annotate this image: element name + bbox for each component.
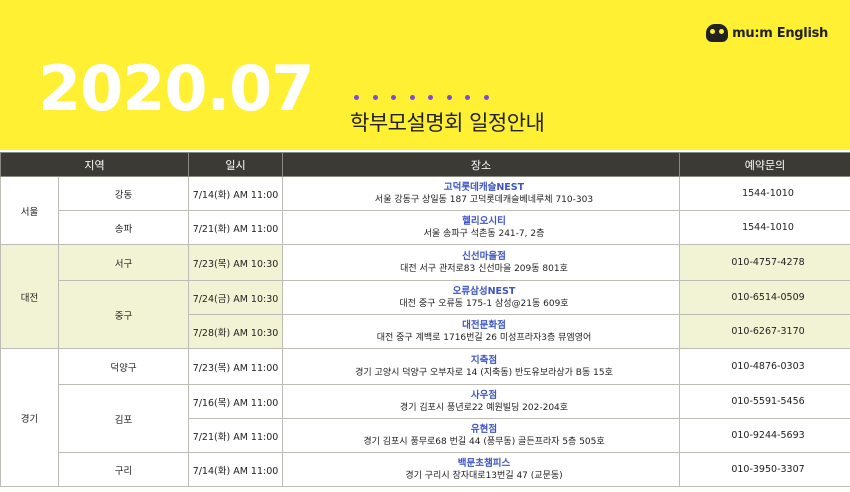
date-cell: 7/23(목) AM 10:30 (188, 244, 283, 281)
phone-cell[interactable]: 010-4876-0303 (679, 348, 850, 385)
table-row: 대전 서구 7/23(목) AM 10:30 신선마을점 대전 서구 관저로83… (0, 244, 850, 349)
decorative-dots (354, 95, 489, 100)
date-cell: 7/28(화) AM 10:30 (188, 314, 283, 349)
phone-cell[interactable]: 010-6514-0509 (679, 280, 850, 315)
place-cell: 유현점 경기 김포시 풍무로68 번길 44 (풍무동) 골든프라자 5층 50… (282, 418, 680, 453)
schedule-table: 지역 일시 장소 예약문의 서울 강동 7/14(화) AM 11:00 고덕롯… (0, 152, 850, 487)
place-address: 경기 고양시 덕양구 오부자로 14 (지축동) 반도유보라상가 B동 15호 (355, 367, 613, 378)
column-header-region: 지역 (0, 152, 189, 177)
place-address: 경기 김포시 풍년로22 예원빌딩 202-204호 (399, 402, 569, 413)
phone-cell[interactable]: 1544-1010 (679, 210, 850, 245)
date-cell: 7/16(목) AM 11:00 (188, 384, 283, 419)
place-name-link[interactable]: 헬리오시티 (289, 215, 679, 228)
table-row: 경기 덕양구 7/23(목) AM 11:00 지축점 경기 고양시 덕양구 오… (0, 348, 850, 487)
district-cell: 덕양구 (58, 348, 189, 385)
region-cell: 서울 (0, 176, 59, 245)
place-address: 대전 중구 오류동 175-1 삼성@21동 609호 (399, 298, 569, 309)
date-cell: 7/24(금) AM 10:30 (188, 280, 283, 315)
district-cell: 중구 (58, 280, 189, 349)
table-row: 중구 7/24(금) AM 10:30 오류삼성NEST 대전 중구 오류동 1… (1, 280, 850, 349)
place-cell: 고덕롯데캐슬NEST 서울 강동구 상일동 187 고덕롯데캐슬베네루체 710… (282, 176, 680, 211)
place-address: 경기 구리시 장자대로13번길 47 (교문동) (405, 470, 563, 481)
phone-cell[interactable]: 010-5591-5456 (679, 384, 850, 419)
table-row: 구리 7/14(화) AM 11:00 백문초챔피스 경기 구리시 장자대로13… (1, 452, 850, 487)
district-cell: 송파 (58, 210, 189, 245)
place-address: 경기 김포시 풍무로68 번길 44 (풍무동) 골든프라자 5층 505호 (363, 436, 605, 447)
date-cell: 7/14(화) AM 11:00 (188, 176, 283, 211)
place-name-link[interactable]: 고덕롯데캐슬NEST (289, 181, 679, 194)
place-cell: 백문초챔피스 경기 구리시 장자대로13번길 47 (교문동) (282, 452, 680, 487)
column-header-place: 장소 (282, 152, 680, 177)
phone-cell[interactable]: 010-4757-4278 (679, 244, 850, 281)
place-address: 서울 송파구 석촌동 241-7, 2층 (423, 228, 545, 239)
year-month-heading: 2020.07 (38, 52, 314, 125)
table-row: 김포 7/16(목) AM 11:00 사우점 경기 김포시 풍년로22 예원빌… (1, 384, 850, 453)
owl-icon (706, 24, 729, 42)
region-cell: 대전 (0, 244, 59, 349)
header-banner: mu:m English 2020.07 학부모설명회 일정안내 (0, 0, 850, 150)
place-name-link[interactable]: 사우점 (289, 389, 679, 402)
place-address: 대전 서구 관저로83 신선마을 209동 801호 (400, 263, 568, 274)
place-cell: 대전문화점 대전 중구 계백로 1716번길 26 미성프라자3층 뮤엠영어 (282, 314, 680, 349)
place-name-link[interactable]: 대전문화점 (289, 319, 679, 332)
district-cell: 서구 (58, 244, 189, 281)
page-title: 학부모설명회 일정안내 (350, 111, 545, 135)
place-name-link[interactable]: 지축점 (289, 354, 679, 367)
place-address: 서울 강동구 상일동 187 고덕롯데캐슬베네루체 710-303 (374, 194, 594, 205)
column-header-contact: 예약문의 (679, 152, 850, 177)
table-header-row: 지역 일시 장소 예약문의 (0, 152, 850, 177)
place-address: 대전 중구 계백로 1716번길 26 미성프라자3층 뮤엠영어 (376, 332, 592, 343)
phone-cell[interactable]: 010-9244-5693 (679, 418, 850, 453)
date-cell: 7/14(화) AM 11:00 (188, 452, 283, 487)
place-cell: 사우점 경기 김포시 풍년로22 예원빌딩 202-204호 (282, 384, 680, 419)
region-cell: 경기 (0, 348, 59, 487)
phone-cell[interactable]: 010-3950-3307 (679, 452, 850, 487)
place-name-link[interactable]: 백문초챔피스 (289, 457, 679, 470)
date-cell: 7/23(목) AM 11:00 (188, 348, 283, 385)
district-cell: 김포 (58, 384, 189, 453)
phone-cell[interactable]: 010-6267-3170 (679, 314, 850, 349)
district-cell: 강동 (58, 176, 189, 211)
table-row: 송파 7/21(화) AM 11:00 헬리오시티 서울 송파구 석촌동 241… (1, 210, 850, 245)
table-row: 서울 강동 7/14(화) AM 11:00 고덕롯데캐슬NEST 서울 강동구… (0, 176, 850, 245)
column-header-datetime: 일시 (188, 152, 283, 177)
phone-cell[interactable]: 1544-1010 (679, 176, 850, 211)
place-cell: 지축점 경기 고양시 덕양구 오부자로 14 (지축동) 반도유보라상가 B동 … (282, 348, 680, 385)
place-name-link[interactable]: 오류삼성NEST (289, 285, 679, 298)
logo-text: mu:m English (732, 25, 828, 41)
place-name-link[interactable]: 유현점 (289, 423, 679, 436)
place-cell: 오류삼성NEST 대전 중구 오류동 175-1 삼성@21동 609호 (282, 280, 680, 315)
place-cell: 헬리오시티 서울 송파구 석촌동 241-7, 2층 (282, 210, 680, 245)
district-cell: 구리 (58, 452, 189, 487)
date-cell: 7/21(화) AM 11:00 (188, 418, 283, 453)
date-cell: 7/21(화) AM 11:00 (188, 210, 283, 245)
brand-logo[interactable]: mu:m English (706, 24, 828, 42)
place-cell: 신선마을점 대전 서구 관저로83 신선마을 209동 801호 (282, 244, 680, 281)
place-name-link[interactable]: 신선마을점 (289, 250, 679, 263)
